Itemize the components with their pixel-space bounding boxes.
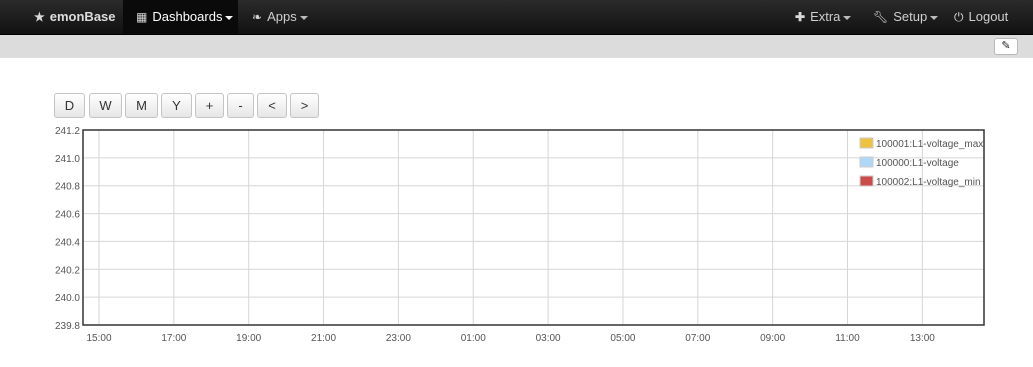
x-tick-label: 01:00 [461, 333, 486, 344]
voltage-chart[interactable]: 241.2 241.0 240.8 240.6 240.4 240.2 240.0 239.8… [0, 0, 1033, 367]
x-tick-label: 17:00 [161, 333, 186, 344]
x-tick-label: 03:00 [536, 333, 561, 344]
y-tick-label: 240.2 [55, 265, 80, 276]
x-tick-label: 19:00 [236, 333, 261, 344]
y-tick-label: 239.8 [55, 321, 80, 332]
x-tick-label: 15:00 [86, 333, 111, 344]
y-tick-label: 241.2 [55, 126, 80, 137]
x-tick-label: 05:00 [610, 333, 635, 344]
plot-area[interactable] [83, 130, 984, 325]
y-tick-label: 241.0 [55, 154, 80, 165]
legend-swatch [859, 156, 874, 168]
x-tick-label: 09:00 [760, 333, 785, 344]
legend-entry: 100001:L1-voltage_max [876, 139, 983, 150]
x-tick-label: 21:00 [311, 333, 336, 344]
x-tick-label: 13:00 [910, 333, 935, 344]
x-tick-label: 07:00 [685, 333, 710, 344]
legend-entry: 100000:L1-voltage [876, 158, 959, 169]
y-tick-label: 240.6 [55, 210, 80, 221]
legend-swatch [859, 137, 874, 149]
y-tick-label: 240.0 [55, 293, 80, 304]
y-tick-label: 240.8 [55, 182, 80, 193]
legend-entry: 100002:L1-voltage_min [876, 177, 981, 188]
x-tick-label: 23:00 [386, 333, 411, 344]
legend-swatch [859, 175, 874, 187]
x-tick-label: 11:00 [835, 333, 860, 344]
y-tick-label: 240.4 [55, 237, 80, 248]
